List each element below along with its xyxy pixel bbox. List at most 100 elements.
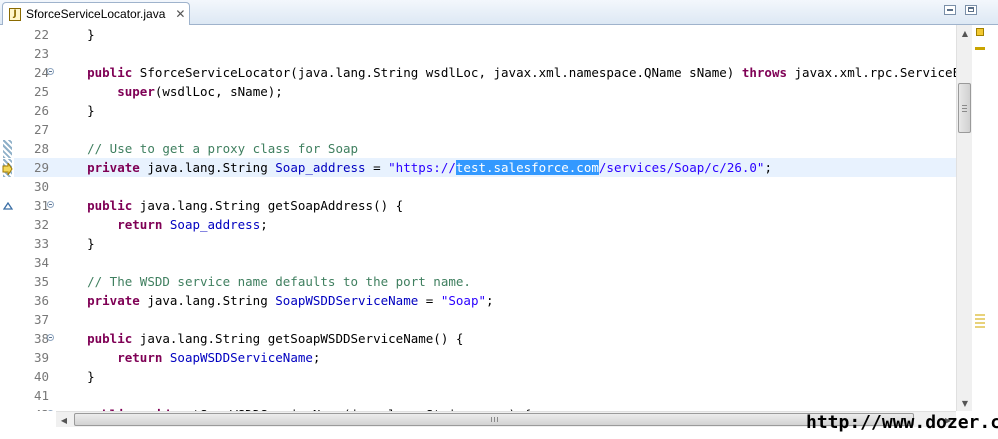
collapse-fold-icon[interactable] bbox=[47, 334, 54, 341]
line-number: 25 bbox=[33, 84, 49, 99]
code-text: // The WSDD service name defaults to the… bbox=[57, 272, 471, 291]
code-line[interactable]: 40 } bbox=[14, 367, 956, 386]
code-text: public java.lang.String getSoapWSDDServi… bbox=[57, 329, 463, 348]
code-token: Soap_address bbox=[169, 217, 261, 232]
code-token: return bbox=[117, 350, 163, 365]
overview-marker[interactable] bbox=[975, 322, 985, 324]
code-token: /services/Soap/c/26.0" bbox=[598, 160, 765, 175]
code-line[interactable]: 28 // Use to get a proxy class for Soap bbox=[14, 139, 956, 158]
line-number: 27 bbox=[33, 122, 49, 137]
code-line[interactable]: 36 private java.lang.String SoapWSDDServ… bbox=[14, 291, 956, 310]
code-token: Soap_address bbox=[275, 160, 366, 175]
close-tab-icon[interactable]: ✕ bbox=[175, 7, 185, 21]
scroll-left-icon[interactable]: ◀ bbox=[56, 412, 72, 428]
code-line[interactable]: 29 private java.lang.String Soap_address… bbox=[14, 158, 956, 177]
maximize-icon[interactable] bbox=[965, 5, 977, 15]
code-token: SforceServiceLocator(java.lang.String ws… bbox=[132, 65, 742, 80]
editor-tab[interactable]: J SforceServiceLocator.java ✕ bbox=[2, 2, 190, 25]
code-token: return bbox=[117, 217, 163, 232]
line-number: 40 bbox=[33, 369, 49, 384]
line-number: 36 bbox=[33, 293, 49, 308]
minimize-icon[interactable] bbox=[944, 5, 956, 15]
code-text: super(wsdlLoc, sName); bbox=[57, 82, 283, 101]
code-token: ; bbox=[312, 350, 321, 365]
line-number: 29 bbox=[33, 160, 49, 175]
code-line[interactable]: 31 public java.lang.String getSoapAddres… bbox=[14, 196, 956, 215]
code-token: (wsdlLoc, sName); bbox=[154, 84, 283, 99]
warning-summary-icon[interactable] bbox=[976, 28, 984, 36]
code-token: java.lang.String bbox=[139, 160, 276, 175]
overview-marker[interactable] bbox=[975, 314, 985, 316]
code-line[interactable]: 41 bbox=[14, 386, 956, 405]
line-number: 32 bbox=[33, 217, 49, 232]
code-line[interactable]: 23 bbox=[14, 44, 956, 63]
code-token: super bbox=[117, 84, 155, 99]
code-token: } bbox=[57, 103, 95, 118]
code-token: ; bbox=[486, 293, 494, 308]
code-line[interactable]: 24 public SforceServiceLocator(java.lang… bbox=[14, 63, 956, 82]
code-editor[interactable]: 22 } 23 24 public SforceServiceLocator(jav… bbox=[14, 25, 956, 411]
code-token: throws bbox=[741, 65, 787, 80]
code-text: } bbox=[57, 234, 95, 253]
horizontal-scroll-thumb[interactable] bbox=[74, 413, 914, 426]
code-token: ; bbox=[260, 217, 268, 232]
code-line[interactable]: 33 } bbox=[14, 234, 956, 253]
line-number: 42 bbox=[14, 405, 49, 411]
code-token: public bbox=[87, 65, 133, 80]
code-line[interactable]: 26 } bbox=[14, 101, 956, 120]
override-indicator-icon[interactable] bbox=[3, 202, 13, 210]
collapse-fold-icon[interactable] bbox=[47, 68, 54, 75]
code-line[interactable]: 35 // The WSDD service name defaults to … bbox=[14, 272, 956, 291]
watermark: http://www.dozer.cc/ bbox=[806, 412, 998, 433]
collapse-fold-icon[interactable] bbox=[47, 410, 54, 411]
code-line[interactable]: 30 bbox=[14, 177, 956, 196]
code-line[interactable]: 25 super(wsdlLoc, sName); bbox=[14, 82, 956, 101]
code-line[interactable]: 38 public java.lang.String getSoapWSDDSe… bbox=[14, 329, 956, 348]
scroll-down-icon[interactable]: ▼ bbox=[957, 395, 973, 411]
overview-marker[interactable] bbox=[975, 326, 985, 328]
code-token: SoapWSDDServiceName bbox=[169, 350, 313, 365]
code-line[interactable]: 37 bbox=[14, 310, 956, 329]
code-token: } bbox=[57, 27, 95, 42]
code-token: // Use to get a proxy class for Soap bbox=[87, 141, 359, 156]
code-token: "https:// bbox=[388, 160, 456, 175]
overview-ruler[interactable] bbox=[972, 25, 998, 411]
code-line[interactable]: 27 bbox=[14, 120, 956, 139]
scroll-up-icon[interactable]: ▲ bbox=[957, 25, 973, 41]
java-file-icon: J bbox=[9, 7, 21, 21]
code-token: ; bbox=[764, 160, 772, 175]
vertical-scrollbar[interactable]: ▲ ▼ bbox=[956, 25, 973, 411]
line-number: 38 bbox=[33, 331, 49, 346]
line-number: 33 bbox=[33, 236, 49, 251]
vertical-scroll-thumb[interactable] bbox=[958, 83, 971, 133]
code-text: public java.lang.String getSoapAddress()… bbox=[57, 196, 403, 215]
changed-line-marker bbox=[3, 140, 12, 158]
editor-tab-bar: J SforceServiceLocator.java ✕ bbox=[0, 0, 998, 25]
debug-arrow-icon[interactable] bbox=[2, 163, 13, 175]
code-line[interactable]: 39 return SoapWSDDServiceName; bbox=[14, 348, 956, 367]
line-number: 24 bbox=[33, 65, 49, 80]
line-number: 28 bbox=[33, 141, 49, 156]
code-token: } bbox=[57, 369, 95, 384]
code-text: private java.lang.String Soap_address = … bbox=[57, 158, 772, 177]
code-token: java.lang.String getSoapAddress() { bbox=[132, 198, 404, 213]
code-line[interactable]: 22 } bbox=[14, 25, 956, 44]
code-text: private java.lang.String SoapWSDDService… bbox=[57, 291, 494, 310]
collapse-fold-icon[interactable] bbox=[47, 201, 54, 208]
overview-marker[interactable] bbox=[975, 318, 985, 320]
code-text: public SforceServiceLocator(java.lang.St… bbox=[57, 63, 956, 82]
line-number: 37 bbox=[33, 312, 49, 327]
code-line[interactable]: 34 bbox=[14, 253, 956, 272]
code-token: // The WSDD service name defaults to the… bbox=[87, 274, 471, 289]
line-number: 34 bbox=[33, 255, 49, 270]
code-line[interactable]: 32 return Soap_address; bbox=[14, 215, 956, 234]
overview-marker[interactable] bbox=[975, 47, 985, 50]
code-token: javax.xml.rpc.ServiceExceptic bbox=[794, 65, 956, 80]
line-number: 22 bbox=[33, 27, 49, 42]
